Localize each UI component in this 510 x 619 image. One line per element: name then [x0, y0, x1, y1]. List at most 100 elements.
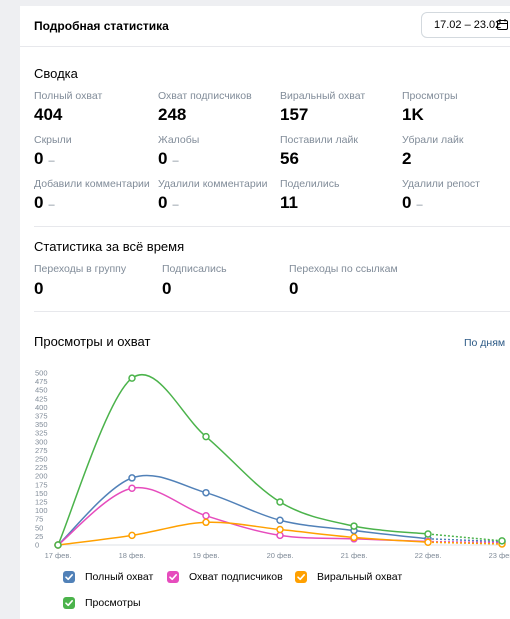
y-tick-label: 250: [35, 455, 48, 464]
stat-value: 248: [158, 105, 187, 124]
line-chart: 0255075100125150175200225250275300325350…: [35, 369, 510, 560]
stat-label: Удалили репост: [402, 178, 480, 190]
stat-label: Поставили лайк: [280, 134, 358, 146]
stat-value: 0: [34, 279, 44, 298]
series-line: [57, 474, 429, 546]
alltime-title: Статистика за всё время: [34, 239, 185, 254]
data-point: [128, 474, 136, 482]
data-point: [202, 432, 210, 441]
data-point: [424, 538, 432, 546]
y-tick-label: 500: [35, 369, 48, 378]
stat-label: Добавили комментарии: [34, 178, 150, 190]
chart-title: Просмотры и охват: [34, 334, 151, 349]
stat-label: Подписались: [162, 263, 227, 275]
x-tick-label: 17 фев.: [45, 551, 72, 559]
period-link[interactable]: По дням: [464, 337, 505, 349]
divider: [34, 311, 510, 312]
data-point: [202, 488, 210, 497]
y-tick-label: 375: [35, 412, 48, 421]
stat-label: Переходы по ссылкам: [289, 263, 398, 275]
x-tick-label: 20 фев.: [267, 551, 294, 559]
stat-value: 404: [34, 105, 63, 124]
y-tick-label: 75: [35, 515, 43, 524]
data-point: [276, 498, 284, 506]
checkbox-checked-icon: [63, 571, 75, 583]
series-line-dotted: [427, 538, 503, 543]
series-line: [57, 374, 429, 546]
y-tick-label: 200: [35, 472, 48, 481]
data-point: [128, 531, 136, 540]
checkbox-checked-icon: [167, 571, 179, 583]
data-point: [54, 541, 62, 549]
stat-label: Виральный охват: [280, 90, 366, 102]
stat-value: 0–: [34, 149, 55, 168]
legend-label: Охват подписчиков: [189, 571, 283, 583]
stat-label: Полный охват: [34, 90, 103, 102]
header: Подробная статистика 17.02 – 23.02: [20, 6, 510, 47]
y-tick-label: 325: [35, 429, 48, 438]
y-tick-label: 100: [35, 506, 48, 515]
y-tick-label: 275: [35, 446, 48, 455]
x-tick-label: 18 фев.: [119, 551, 146, 559]
stat-value: 1K: [402, 105, 424, 124]
x-tick-label: 21 фев.: [341, 551, 368, 559]
x-tick-label: 19 фев.: [193, 551, 220, 559]
legend-label: Полный охват: [85, 571, 154, 583]
date-range-text: 17.02 – 23.02: [434, 19, 502, 31]
checkbox-checked-icon: [63, 597, 75, 609]
data-point: [202, 518, 210, 527]
stat-value: 0–: [158, 193, 179, 212]
y-tick-label: 450: [35, 386, 48, 395]
series-line-dotted: [427, 541, 503, 545]
calendar-icon: [497, 19, 508, 30]
y-tick-label: 425: [35, 394, 48, 403]
stat-label: Жалобы: [158, 134, 200, 146]
y-tick-label: 125: [35, 498, 48, 507]
stat-value: 0–: [402, 193, 423, 212]
data-point: [350, 522, 358, 530]
statistics-card: Подробная статистика 17.02 – 23.02 Сводк…: [20, 6, 510, 619]
y-tick-label: 50: [35, 523, 43, 532]
y-tick-label: 175: [35, 480, 48, 489]
stat-label: Убрали лайк: [402, 134, 464, 146]
stat-value: 2: [402, 149, 412, 168]
divider: [34, 226, 510, 227]
y-tick-label: 400: [35, 403, 48, 412]
stat-value: 11: [280, 193, 298, 212]
data-point: [350, 533, 358, 542]
stat-value: 0–: [34, 193, 55, 212]
series-line: [57, 521, 429, 546]
x-tick-label: 22 фев.: [415, 551, 442, 559]
stat-label: Переходы в группу: [34, 263, 127, 275]
y-tick-label: 350: [35, 420, 48, 429]
y-tick-label: 475: [35, 377, 48, 386]
x-tick-label: 23 фев.: [489, 551, 510, 559]
stat-label: Поделились: [280, 178, 340, 190]
legend-label: Виральный охват: [317, 571, 403, 583]
stat-label: Просмотры: [402, 90, 458, 102]
stat-value: 157: [280, 105, 309, 124]
stat-label: Охват подписчиков: [158, 90, 252, 102]
stat-value: 0–: [158, 149, 179, 168]
legend-label: Просмотры: [85, 597, 141, 609]
data-point: [276, 525, 284, 534]
summary-title: Сводка: [34, 66, 78, 81]
y-tick-label: 225: [35, 463, 48, 472]
stat-value: 0: [162, 279, 172, 298]
y-tick-label: 300: [35, 437, 48, 446]
y-tick-label: 25: [35, 532, 43, 541]
page-title: Подробная статистика: [34, 19, 169, 33]
stat-value: 0: [289, 279, 299, 298]
data-point: [276, 516, 284, 524]
data-point: [498, 537, 506, 545]
date-range-picker[interactable]: 17.02 – 23.02: [421, 12, 510, 38]
data-point: [128, 374, 136, 382]
data-point: [424, 530, 432, 538]
stat-value: 56: [280, 149, 299, 168]
series-line: [57, 486, 429, 546]
data-point: [202, 512, 210, 520]
stat-label: Удалили комментарии: [158, 178, 268, 190]
y-tick-label: 150: [35, 489, 48, 498]
data-point: [128, 484, 136, 492]
stat-label: Скрыли: [34, 134, 72, 146]
